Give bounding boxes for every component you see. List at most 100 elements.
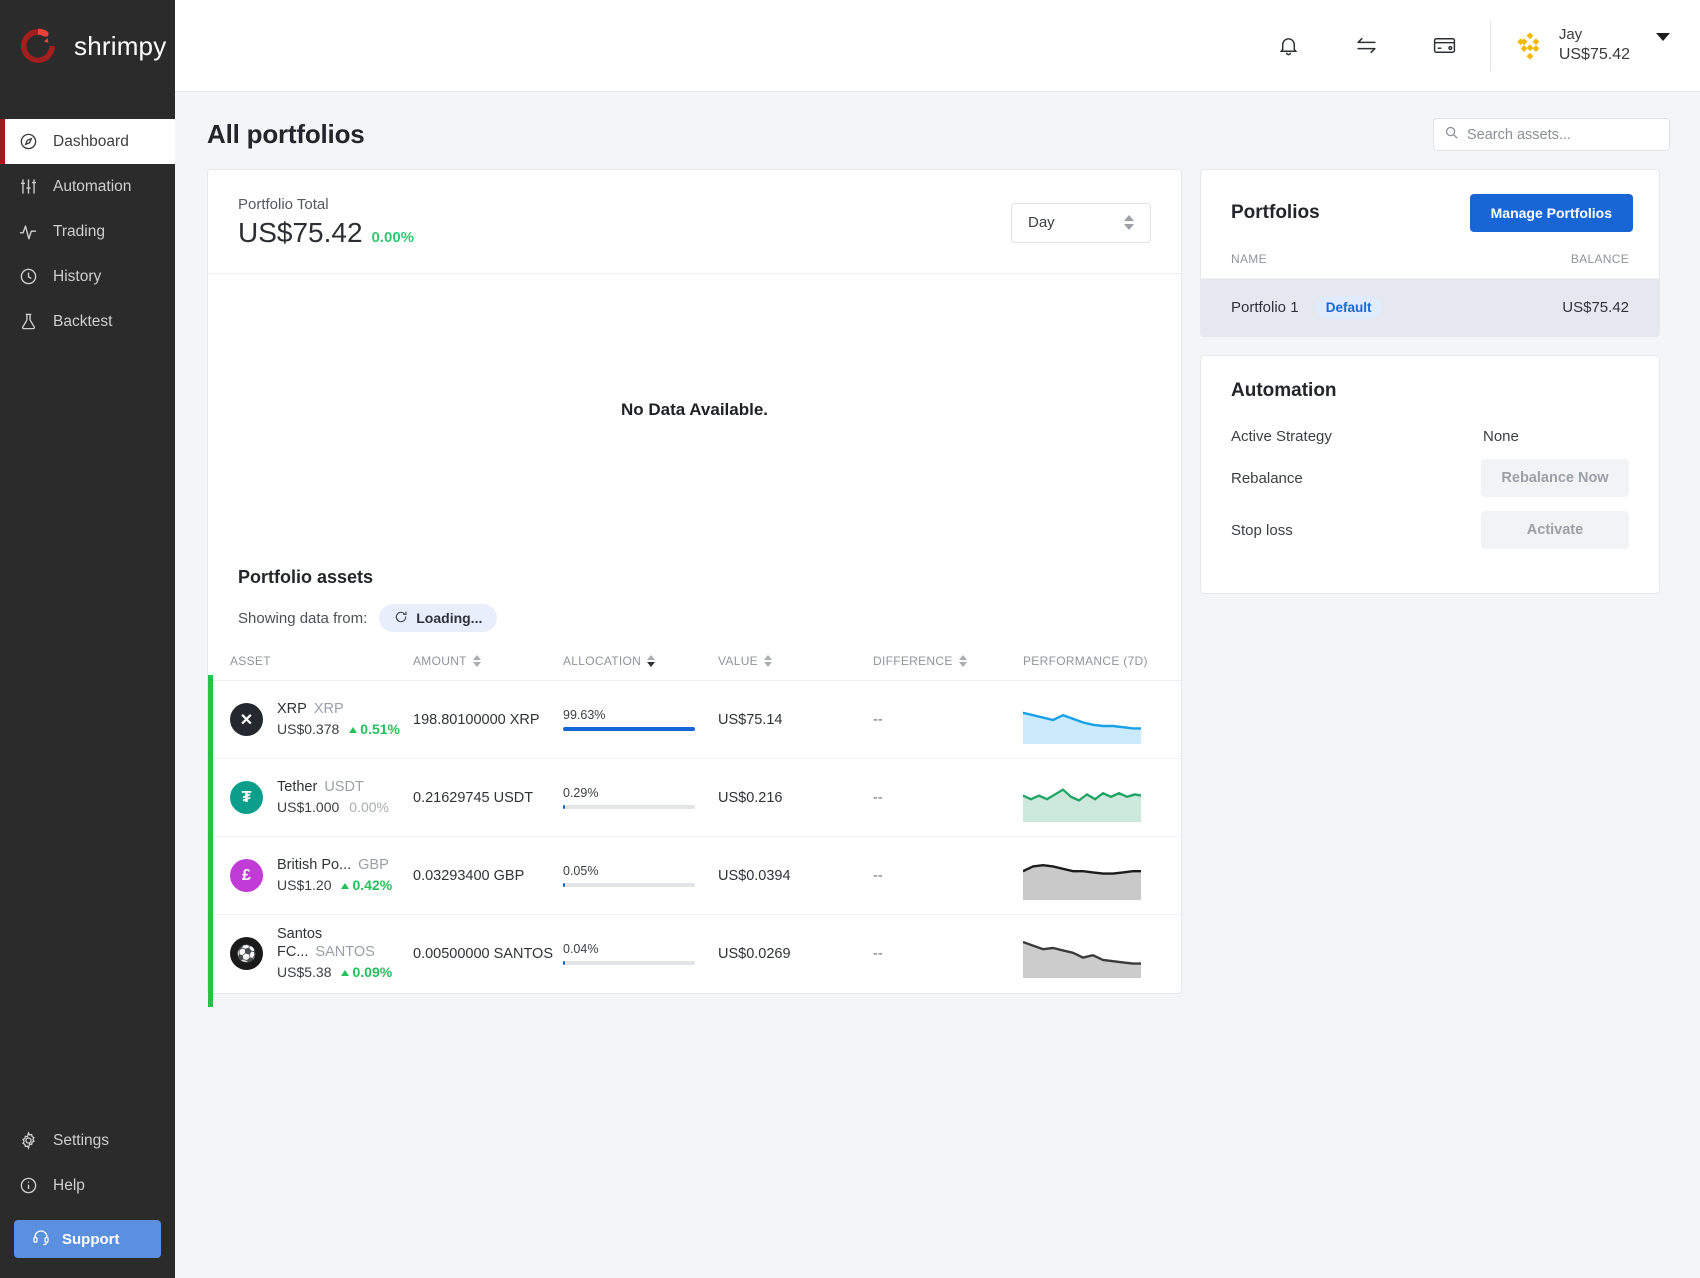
allocation-cell: 99.63% [563, 680, 718, 759]
automation-action-button[interactable]: Activate [1481, 511, 1629, 549]
sidebar-item-label: Settings [53, 1131, 110, 1149]
allocation-bar-track [563, 727, 695, 731]
support-button[interactable]: Support [14, 1220, 161, 1258]
sidebar-item-settings[interactable]: Settings [0, 1118, 175, 1163]
asset-difference: -- [873, 789, 883, 806]
sort-icon[interactable] [472, 655, 481, 667]
col-portfolio-balance: BALANCE [1487, 252, 1659, 279]
brand-logo[interactable]: shrimpy [0, 0, 175, 92]
headset-icon [32, 1228, 50, 1250]
allocation-percent: 0.05% [563, 864, 599, 878]
table-row[interactable]: £ British Po... GBP US$1.20 0.42% 0.03293… [208, 830, 1181, 921]
coin-icon: ⚽ [230, 937, 263, 971]
asset-price-change: 0.42% [341, 877, 392, 894]
account-menu[interactable]: Jay US$75.42 [1513, 26, 1670, 65]
period-select-value: Day [1028, 214, 1055, 231]
content-area: All portfolios Port [175, 92, 1700, 1278]
portfolio-card: Portfolio Total US$75.42 0.00% Day No Da… [207, 169, 1182, 1008]
showing-label: Showing data from: [238, 609, 368, 627]
info-icon [17, 1175, 39, 1197]
col-allocation[interactable]: ALLOCATION [563, 654, 718, 681]
asset-name: Santos FC... SANTOS [277, 926, 375, 960]
allocation-bar-track [563, 805, 695, 809]
col-allocation-label: ALLOCATION [563, 654, 642, 668]
sort-icon[interactable] [647, 655, 656, 667]
automation-action-button[interactable]: Rebalance Now [1481, 459, 1629, 497]
portfolio-row[interactable]: Portfolio 1 Default US$75.42 [1201, 278, 1659, 336]
assets-table-body: ✕ XRP XRP US$0.378 0.51% 198.80100000 XRP… [208, 674, 1181, 1008]
card-icon[interactable] [1406, 33, 1484, 58]
row-accent-bar [208, 900, 213, 1008]
chevron-down-icon[interactable] [1656, 32, 1670, 41]
compass-icon [17, 131, 39, 153]
asset-amount: 0.21629745 USDT [413, 789, 534, 806]
portfolios-table-body: Portfolio 1 Default US$75.42 [1201, 278, 1659, 336]
table-row[interactable]: ✕ XRP XRP US$0.378 0.51% 198.80100000 XRP… [208, 674, 1181, 765]
shrimpy-logo-icon [14, 22, 62, 70]
sort-icon[interactable] [958, 655, 967, 667]
no-data-message: No Data Available. [620, 399, 769, 419]
asset-cell: ₮ Tether USDT US$1.000 0.00% [208, 752, 413, 843]
sidebar-item-backtest[interactable]: Backtest [0, 299, 175, 344]
search-input[interactable] [1467, 126, 1659, 143]
asset-cell: ⚽ Santos FC... SANTOS US$5.38 0.09% [208, 900, 413, 1008]
sliders-icon [17, 176, 39, 198]
portfolios-table: NAME BALANCE Portfolio 1 Default US$75.4… [1201, 252, 1659, 336]
loading-pill: Loading... [379, 604, 498, 632]
automation-row: Stop loss Activate [1231, 511, 1629, 549]
sidebar-bottom-nav: Settings Help Support [0, 1118, 175, 1258]
swap-icon[interactable] [1328, 33, 1406, 58]
account-info: Jay US$75.42 [1559, 26, 1630, 65]
automation-row: Rebalance Rebalance Now [1231, 459, 1629, 497]
coin-icon: ₮ [230, 781, 263, 814]
bell-icon[interactable] [1250, 34, 1328, 57]
main-area: Jay US$75.42 All portfolios Search asset… [175, 0, 1700, 1278]
default-badge: Default [1314, 296, 1383, 319]
asset-amount: 0.03293400 GBP [413, 867, 525, 884]
clock-icon [17, 266, 39, 288]
col-amount-label: AMOUNT [413, 654, 467, 668]
search-box[interactable] [1433, 118, 1670, 151]
sidebar-item-dashboard[interactable]: Dashboard [0, 119, 175, 164]
period-select[interactable]: Day [1011, 202, 1151, 243]
sort-icon[interactable] [763, 655, 772, 667]
assets-table-head: ASSET AMOUNT ALLOCATION VALUE DIFFERENCE… [208, 654, 1181, 681]
allocation-bar-fill [563, 961, 565, 966]
sidebar-item-help[interactable]: Help [0, 1163, 175, 1208]
right-column: Portfolios Manage Portfolios NAME BALANC… [1200, 169, 1660, 594]
asset-price-change: 0.51% [349, 721, 400, 738]
asset-price: US$0.378 [277, 721, 340, 738]
portfolio-total-label: Portfolio Total [238, 196, 329, 213]
col-amount[interactable]: AMOUNT [413, 654, 563, 681]
col-value[interactable]: VALUE [718, 654, 873, 681]
content-header: All portfolios [207, 118, 1670, 151]
asset-cell: ✕ XRP XRP US$0.378 0.51% [208, 674, 413, 765]
flask-icon [17, 311, 39, 333]
asset-value: US$75.14 [718, 711, 783, 728]
page-title: All portfolios [207, 119, 365, 149]
portfolios-panel: Portfolios Manage Portfolios NAME BALANC… [1200, 169, 1660, 337]
table-row[interactable]: ⚽ Santos FC... SANTOS US$5.38 0.09% 0.005… [208, 900, 1181, 1008]
col-difference[interactable]: DIFFERENCE [873, 654, 1023, 681]
app-root: shrimpy Dashboard Automation Trading His… [0, 0, 1700, 1278]
automation-body: Automation Active Strategy None Rebalance… [1201, 356, 1659, 593]
sidebar-item-trading[interactable]: Trading [0, 209, 175, 254]
difference-cell: -- [873, 758, 1023, 837]
asset-amount: 198.80100000 XRP [413, 711, 540, 728]
asset-value: US$0.0394 [718, 867, 791, 884]
value-cell: US$0.0394 [718, 836, 873, 915]
table-row[interactable]: ₮ Tether USDT US$1.000 0.00% 0.21629745 U… [208, 752, 1181, 843]
dashboard-columns: Portfolio Total US$75.42 0.00% Day No Da… [207, 169, 1670, 1008]
col-value-label: VALUE [718, 654, 758, 668]
difference-cell: -- [873, 836, 1023, 915]
sidebar-item-label: History [53, 267, 102, 285]
amount-cell: 0.00500000 SANTOS [413, 915, 563, 993]
sidebar-item-history[interactable]: History [0, 254, 175, 299]
automation-panel: Automation Active Strategy None Rebalance… [1200, 355, 1660, 594]
portfolio-total-block: Portfolio Total US$75.42 0.00% [238, 196, 414, 249]
account-balance: US$75.42 [1558, 45, 1630, 63]
pulse-icon [17, 221, 39, 243]
caret-up-icon [341, 969, 350, 976]
sidebar-item-automation[interactable]: Automation [0, 164, 175, 209]
manage-portfolios-button[interactable]: Manage Portfolios [1469, 194, 1633, 232]
